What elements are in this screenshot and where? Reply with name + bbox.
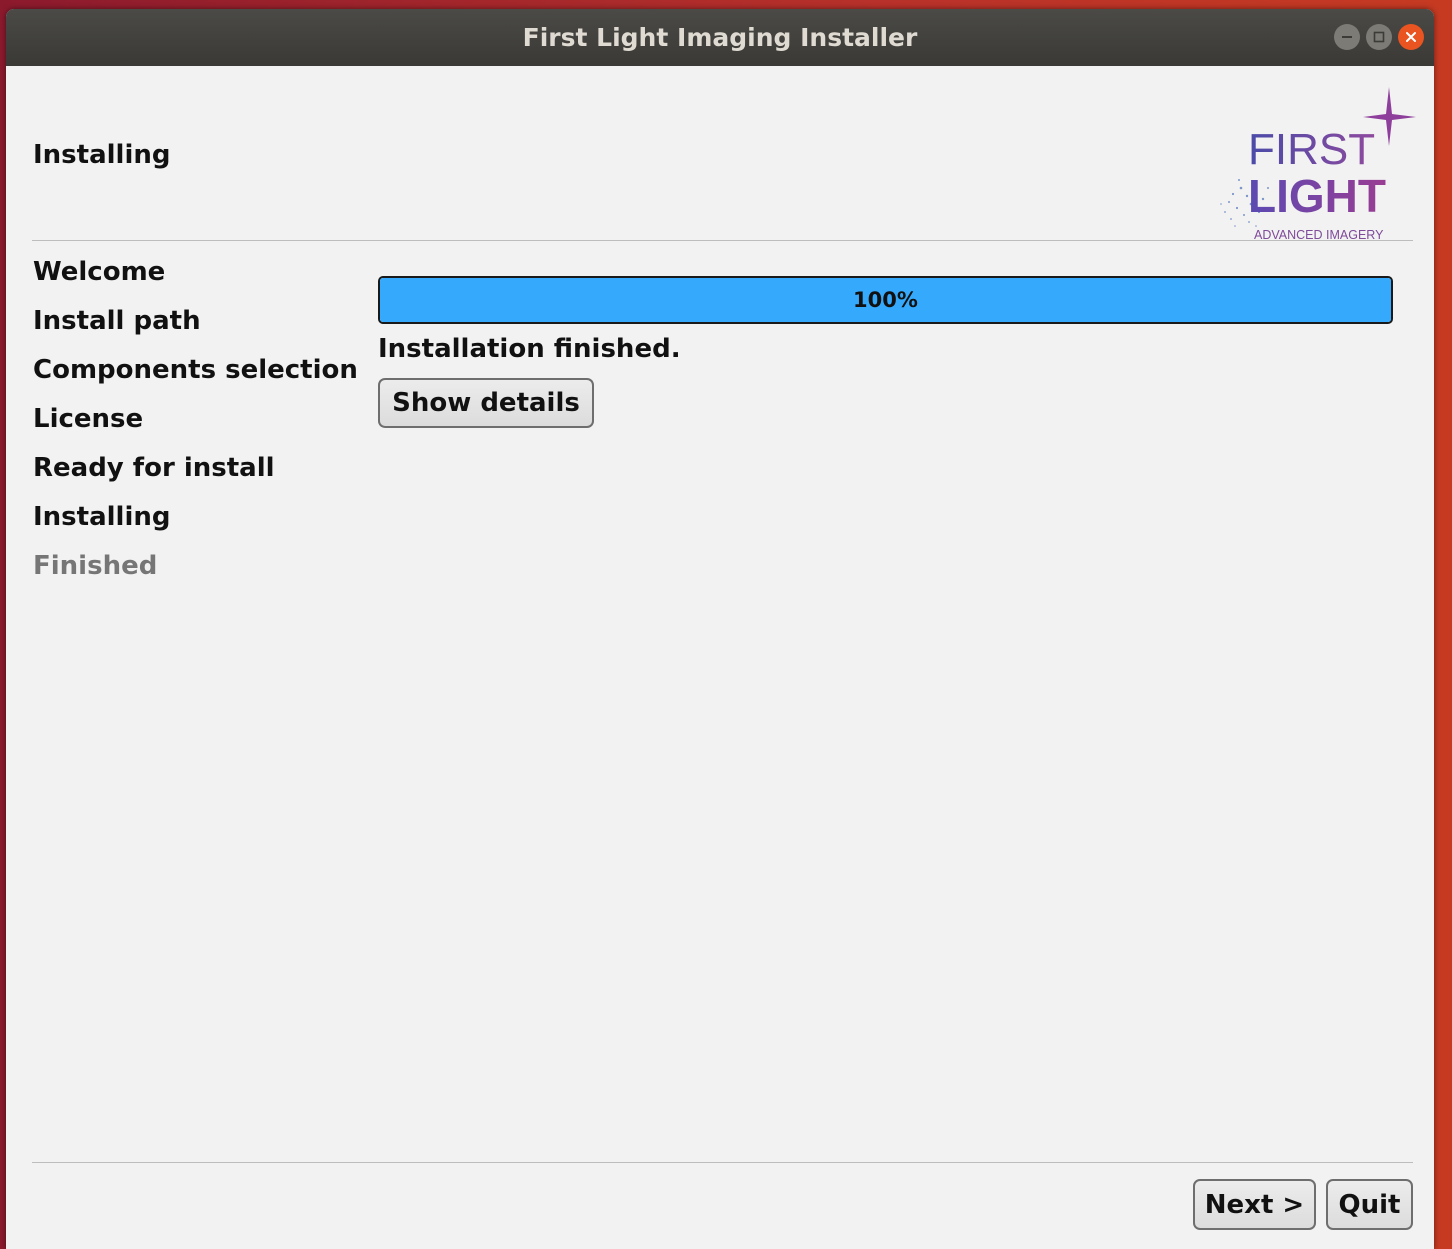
footer-divider [32, 1162, 1413, 1163]
installer-content: Installing FIRST LIGHT ADVANCED IMAGERY … [6, 66, 1434, 1249]
maximize-button[interactable] [1366, 24, 1392, 50]
step-item: Components selection [33, 355, 358, 385]
close-button[interactable] [1398, 24, 1424, 50]
installer-window: First Light Imaging Installer Installing [6, 9, 1434, 1249]
progress-bar: 100% [378, 276, 1393, 324]
close-icon [1406, 32, 1416, 42]
page-title: Installing [33, 140, 171, 170]
window-title: First Light Imaging Installer [522, 23, 918, 52]
quit-button[interactable]: Quit [1326, 1179, 1413, 1230]
progress-label: 100% [853, 288, 918, 312]
show-details-button[interactable]: Show details [378, 378, 594, 428]
step-item: Welcome [33, 257, 166, 287]
step-item: Installing [33, 502, 171, 532]
step-item: Install path [33, 306, 201, 336]
logo-first-text: FIRST [1248, 125, 1375, 174]
title-bar[interactable]: First Light Imaging Installer [6, 9, 1434, 66]
step-item: Ready for install [33, 453, 275, 483]
minimize-icon [1342, 36, 1352, 38]
first-light-logo: FIRST LIGHT ADVANCED IMAGERY [1220, 87, 1416, 242]
maximize-icon [1373, 31, 1385, 43]
step-item: License [33, 404, 144, 434]
status-text: Installation finished. [378, 334, 681, 364]
next-button[interactable]: Next > [1193, 1179, 1316, 1230]
minimize-button[interactable] [1334, 24, 1360, 50]
header-divider [32, 240, 1413, 241]
window-controls [1334, 24, 1424, 50]
steps-sidebar: Welcome Install path Components selection L… [33, 254, 358, 597]
step-item: Finished [33, 551, 158, 581]
logo-light-text: LIGHT [1248, 170, 1386, 222]
